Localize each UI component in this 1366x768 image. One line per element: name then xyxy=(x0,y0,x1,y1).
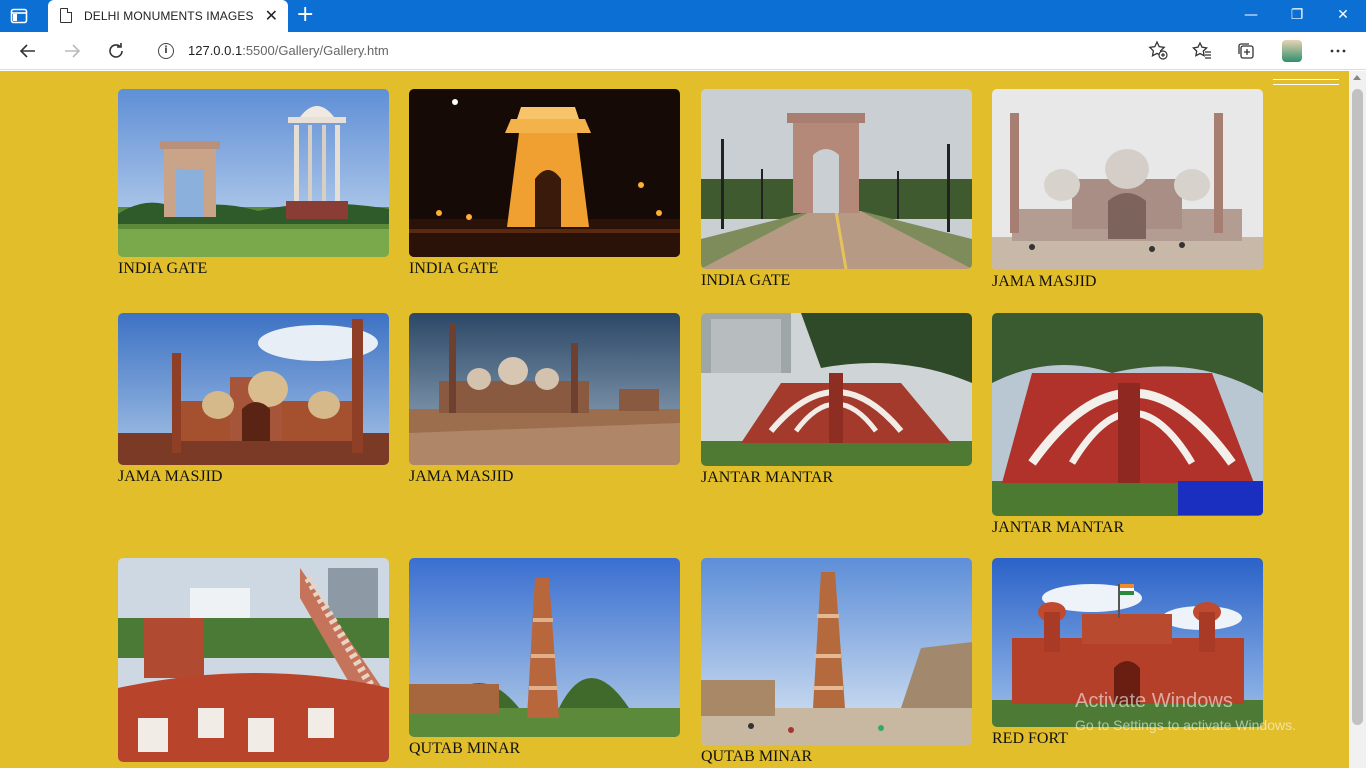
vertical-scrollbar[interactable] xyxy=(1349,71,1366,768)
qutab-minar-2-photo xyxy=(701,558,972,745)
gallery-card[interactable]: INDIA GATE xyxy=(701,89,972,291)
tab-title: DELHI MONUMENTS IMAGES xyxy=(84,9,254,23)
card-caption: QUTAB MINAR xyxy=(701,748,813,765)
more-menu-icon[interactable] xyxy=(1323,36,1353,66)
qutab-minar-photo xyxy=(409,558,680,737)
collections-icon[interactable] xyxy=(1231,36,1261,66)
activate-windows-watermark: Activate Windows Go to Settings to activ… xyxy=(1075,690,1296,733)
forward-button[interactable] xyxy=(57,36,87,66)
gallery-card[interactable]: INDIA GATE xyxy=(118,89,389,279)
jantar-mantar-3-photo xyxy=(118,558,389,762)
gallery-card[interactable]: INDIA GATE xyxy=(409,89,680,279)
jantar-mantar-photo xyxy=(701,313,972,466)
refresh-button[interactable] xyxy=(101,36,131,66)
gallery-card[interactable]: QUTAB MINAR xyxy=(409,558,680,759)
card-caption: JAMA MASJID xyxy=(118,468,223,485)
navigation-bar: i 127.0.0.1:5500/Gallery/Gallery.htm xyxy=(0,32,1366,70)
gallery-card[interactable]: JANTAR MANTAR xyxy=(701,313,972,488)
india-gate-road-photo xyxy=(701,89,972,269)
gallery-card[interactable]: JANTAR MANTAR xyxy=(992,313,1263,538)
url-text: 127.0.0.1:5500/Gallery/Gallery.htm xyxy=(188,43,389,58)
menu-icon[interactable] xyxy=(1273,79,1339,91)
url-path: :5500/Gallery/Gallery.htm xyxy=(242,43,389,58)
add-favorite-icon[interactable] xyxy=(1148,40,1168,65)
jantar-mantar-2-photo xyxy=(992,313,1263,516)
site-info-icon[interactable]: i xyxy=(158,43,174,59)
card-caption: INDIA GATE xyxy=(701,272,791,289)
browser-tab[interactable]: DELHI MONUMENTS IMAGES ✕ xyxy=(48,0,288,32)
back-button[interactable] xyxy=(13,36,43,66)
watermark-subtitle: Go to Settings to activate Windows. xyxy=(1075,717,1296,733)
address-bar[interactable]: i 127.0.0.1:5500/Gallery/Gallery.htm xyxy=(144,35,1178,67)
jama-masjid-photo xyxy=(992,89,1263,270)
new-tab-button[interactable]: + xyxy=(296,3,314,27)
page-icon xyxy=(60,8,72,23)
gallery-card[interactable]: JAMA MASJID xyxy=(409,313,680,487)
jama-masjid-front-photo xyxy=(118,313,389,465)
tab-close-button[interactable]: ✕ xyxy=(265,6,278,26)
gallery-card[interactable] xyxy=(118,558,389,764)
scroll-up-arrow-icon[interactable] xyxy=(1353,75,1361,80)
card-caption: INDIA GATE xyxy=(409,260,499,277)
tab-actions-icon[interactable] xyxy=(10,7,28,25)
scrollbar-thumb[interactable] xyxy=(1352,89,1363,725)
card-caption: QUTAB MINAR xyxy=(409,740,521,757)
gallery-card[interactable]: JAMA MASJID xyxy=(118,313,389,487)
card-caption: JANTAR MANTAR xyxy=(992,519,1125,536)
minimize-button[interactable]: — xyxy=(1228,0,1274,32)
url-host: 127.0.0.1 xyxy=(188,43,243,58)
page-viewport: INDIA GATE INDIA GATE INDIA GATE JAMA MA… xyxy=(0,71,1349,768)
jama-masjid-courtyard-photo xyxy=(409,313,680,465)
title-bar: DELHI MONUMENTS IMAGES ✕ + — ❐ ✕ xyxy=(0,0,1366,32)
india-gate-photo xyxy=(118,89,389,257)
card-caption: JANTAR MANTAR xyxy=(701,469,834,486)
gallery-card[interactable]: JAMA MASJID xyxy=(992,89,1263,292)
profile-avatar[interactable] xyxy=(1282,40,1302,62)
watermark-title: Activate Windows xyxy=(1075,690,1233,712)
restore-button[interactable]: ❐ xyxy=(1274,0,1320,32)
favorites-icon[interactable] xyxy=(1187,36,1217,66)
close-window-button[interactable]: ✕ xyxy=(1320,0,1366,32)
card-caption: JAMA MASJID xyxy=(409,468,514,485)
card-caption: INDIA GATE xyxy=(118,260,208,277)
india-gate-night-photo xyxy=(409,89,680,257)
card-caption: JAMA MASJID xyxy=(992,273,1097,290)
gallery-card[interactable]: QUTAB MINAR xyxy=(701,558,972,767)
